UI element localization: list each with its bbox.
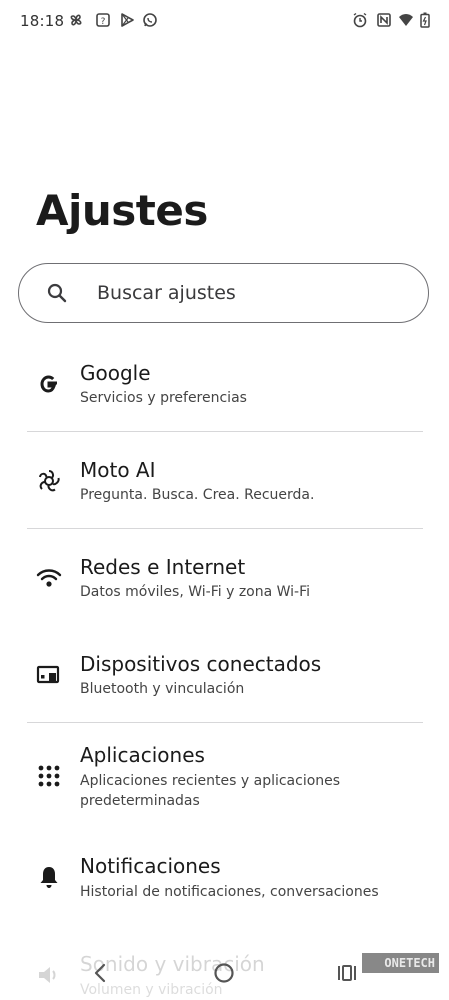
google-icon: [36, 371, 62, 397]
item-title: Google: [80, 361, 151, 385]
item-subtitle: Bluetooth y vinculación: [80, 681, 245, 697]
wifi-signal-icon: [398, 12, 414, 30]
item-subtitle: Aplicaciones recientes y aplicaciones pr…: [80, 773, 341, 809]
moto-ai-icon: [36, 468, 62, 494]
item-title: Dispositivos conectados: [80, 652, 322, 676]
search-icon: [46, 282, 68, 304]
play-store-icon: [119, 12, 135, 30]
battery-icon: [420, 12, 430, 30]
settings-item-dispositivos[interactable]: Dispositivos conectados Bluetooth y vinc…: [0, 646, 449, 716]
settings-item-redes-internet[interactable]: Redes e Internet Datos móviles, Wi-Fi y …: [0, 549, 449, 619]
bell-icon: [36, 864, 62, 890]
settings-item-aplicaciones[interactable]: Aplicaciones Aplicaciones recientes y ap…: [0, 741, 449, 821]
item-subtitle: Servicios y preferencias: [80, 390, 247, 406]
nfc-icon: [376, 12, 392, 30]
app-icon: ?: [95, 12, 111, 30]
item-title: Aplicaciones: [80, 743, 205, 767]
search-placeholder: Buscar ajustes: [97, 282, 236, 304]
fan-icon: [68, 12, 84, 30]
item-subtitle: Historial de notificaciones, conversacio…: [80, 884, 379, 900]
settings-item-moto-ai[interactable]: Moto AI Pregunta. Busca. Crea. Recuerda.: [0, 452, 449, 522]
home-icon[interactable]: [211, 960, 237, 986]
item-title: Redes e Internet: [80, 555, 246, 579]
status-bar: 18:18 ?: [0, 0, 449, 44]
watermark-logo: ONETECH: [362, 953, 439, 973]
apps-grid-icon: [36, 763, 62, 789]
alarm-icon: [352, 12, 368, 30]
item-title: Notificaciones: [80, 854, 221, 878]
devices-icon: [36, 662, 62, 688]
page-title: Ajustes: [36, 186, 208, 235]
status-time: 18:18: [20, 12, 65, 30]
item-title: Moto AI: [80, 458, 156, 482]
search-bar[interactable]: Buscar ajustes: [18, 263, 429, 323]
back-icon[interactable]: [88, 960, 114, 986]
divider: [27, 528, 423, 529]
item-subtitle: Datos móviles, Wi-Fi y zona Wi-Fi: [80, 584, 311, 600]
svg-text:?: ?: [101, 17, 106, 27]
item-subtitle: Pregunta. Busca. Crea. Recuerda.: [80, 487, 315, 503]
settings-item-google[interactable]: Google Servicios y preferencias: [0, 355, 449, 425]
whatsapp-icon: [142, 12, 158, 30]
divider: [27, 722, 423, 723]
settings-item-notificaciones[interactable]: Notificaciones Historial de notificacion…: [0, 852, 449, 922]
divider: [27, 431, 423, 432]
recents-icon[interactable]: [334, 960, 360, 986]
wifi-icon: [36, 565, 62, 591]
